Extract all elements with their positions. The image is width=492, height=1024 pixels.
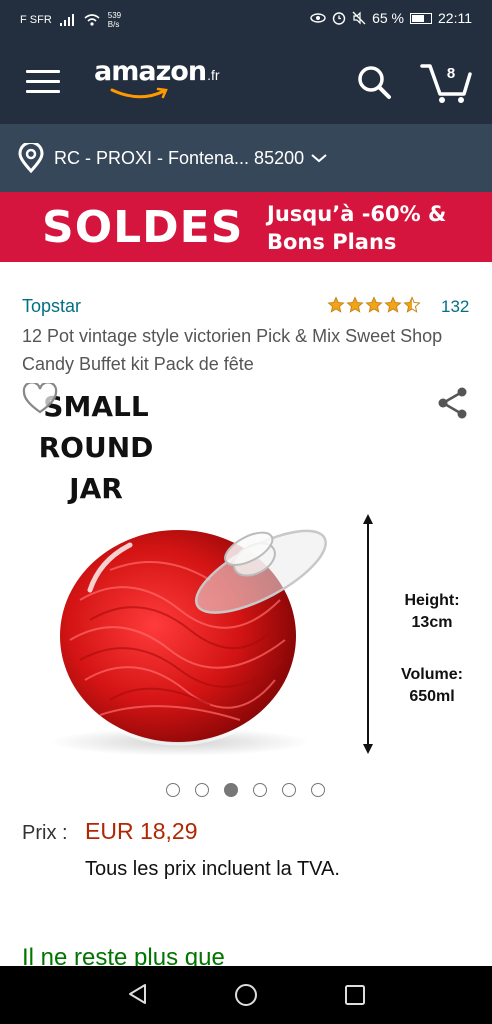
price-value: EUR 18,29 [85,818,198,844]
tva-note: Tous les prix incluent la TVA. [85,858,340,880]
banner-title: SOLDES [42,202,244,253]
star-rating[interactable] [327,296,421,314]
chevron-down-icon [311,154,327,163]
speed-unit: B/s [107,20,120,29]
image-label-line-2: ROUND [38,431,154,464]
search-icon[interactable] [356,64,392,100]
price-row: Prix : EUR 18,29 [22,818,198,845]
system-nav-bar [0,966,492,1024]
status-right: 65 % 22:11 [310,10,472,26]
battery-icon [410,12,432,24]
share-icon[interactable] [436,386,470,420]
location-pin-icon [18,143,44,173]
carousel-dot[interactable] [311,783,325,797]
rating-count[interactable]: 132 [441,297,469,317]
heart-icon[interactable] [22,383,58,415]
dimension-arrow [363,514,373,754]
star-icon [327,296,345,313]
battery-percent: 65 % [372,10,404,26]
stock-message: Il ne reste plus que [22,944,225,966]
brand-link[interactable]: Topstar [22,296,81,317]
location-text: RC - PROXI - Fontena... 85200 [54,147,305,168]
wifi-icon [84,14,100,26]
logo-smile-icon [110,87,168,99]
signal-icon [59,14,74,26]
height-title: Height: [404,592,460,609]
carousel-dots[interactable] [166,783,325,797]
volume-spec: Volume: 650ml [390,664,474,708]
product-image-jar[interactable] [50,510,340,760]
app-header: amazon.fr 8 [0,38,492,124]
eye-icon [310,13,326,23]
clock: 22:11 [438,10,472,26]
recent-apps-icon[interactable] [344,984,366,1006]
promo-banner[interactable]: SOLDES Jusqu’à -60% & Bons Plans [0,192,492,262]
carousel-dot[interactable] [282,783,296,797]
logo-tld: .fr [207,67,220,83]
status-left: F SFR 539 B/s [20,11,121,29]
network-speed: 539 B/s [108,11,121,29]
height-value: 13cm [411,614,453,631]
carousel-dot-active[interactable] [224,783,238,797]
banner-line-2: Bons Plans [267,230,397,254]
amazon-logo[interactable]: amazon.fr [94,56,220,99]
star-icon [403,296,421,313]
star-icon [346,296,364,313]
image-label-line-3: JAR [69,472,123,505]
volume-title: Volume: [401,666,463,683]
back-icon[interactable] [126,982,150,1006]
cart-count: 8 [446,65,456,82]
home-icon[interactable] [234,983,258,1007]
star-icon [384,296,402,313]
volume-value: 650ml [409,688,455,705]
carousel-dot[interactable] [253,783,267,797]
speed-value: 539 [107,11,122,20]
product-title: 12 Pot vintage style victorien Pick & Mi… [22,326,443,374]
mute-icon [352,11,366,25]
height-spec: Height: 13cm [390,590,474,634]
logo-text: amazon [94,56,207,87]
carousel-dot[interactable] [195,783,209,797]
status-bar: F SFR 539 B/s 65 % 22:11 [0,0,492,38]
price-label: Prix : [22,822,68,844]
carrier-label: F SFR [20,14,52,26]
delivery-location-bar[interactable]: RC - PROXI - Fontena... 85200 [0,124,492,192]
carousel-dot[interactable] [166,783,180,797]
star-icon [365,296,383,313]
banner-line-1: Jusqu’à -60% & [267,202,447,226]
menu-icon[interactable] [26,70,60,94]
banner-subtitle: Jusqu’à -60% & Bons Plans [267,200,446,256]
alarm-icon [332,12,346,25]
